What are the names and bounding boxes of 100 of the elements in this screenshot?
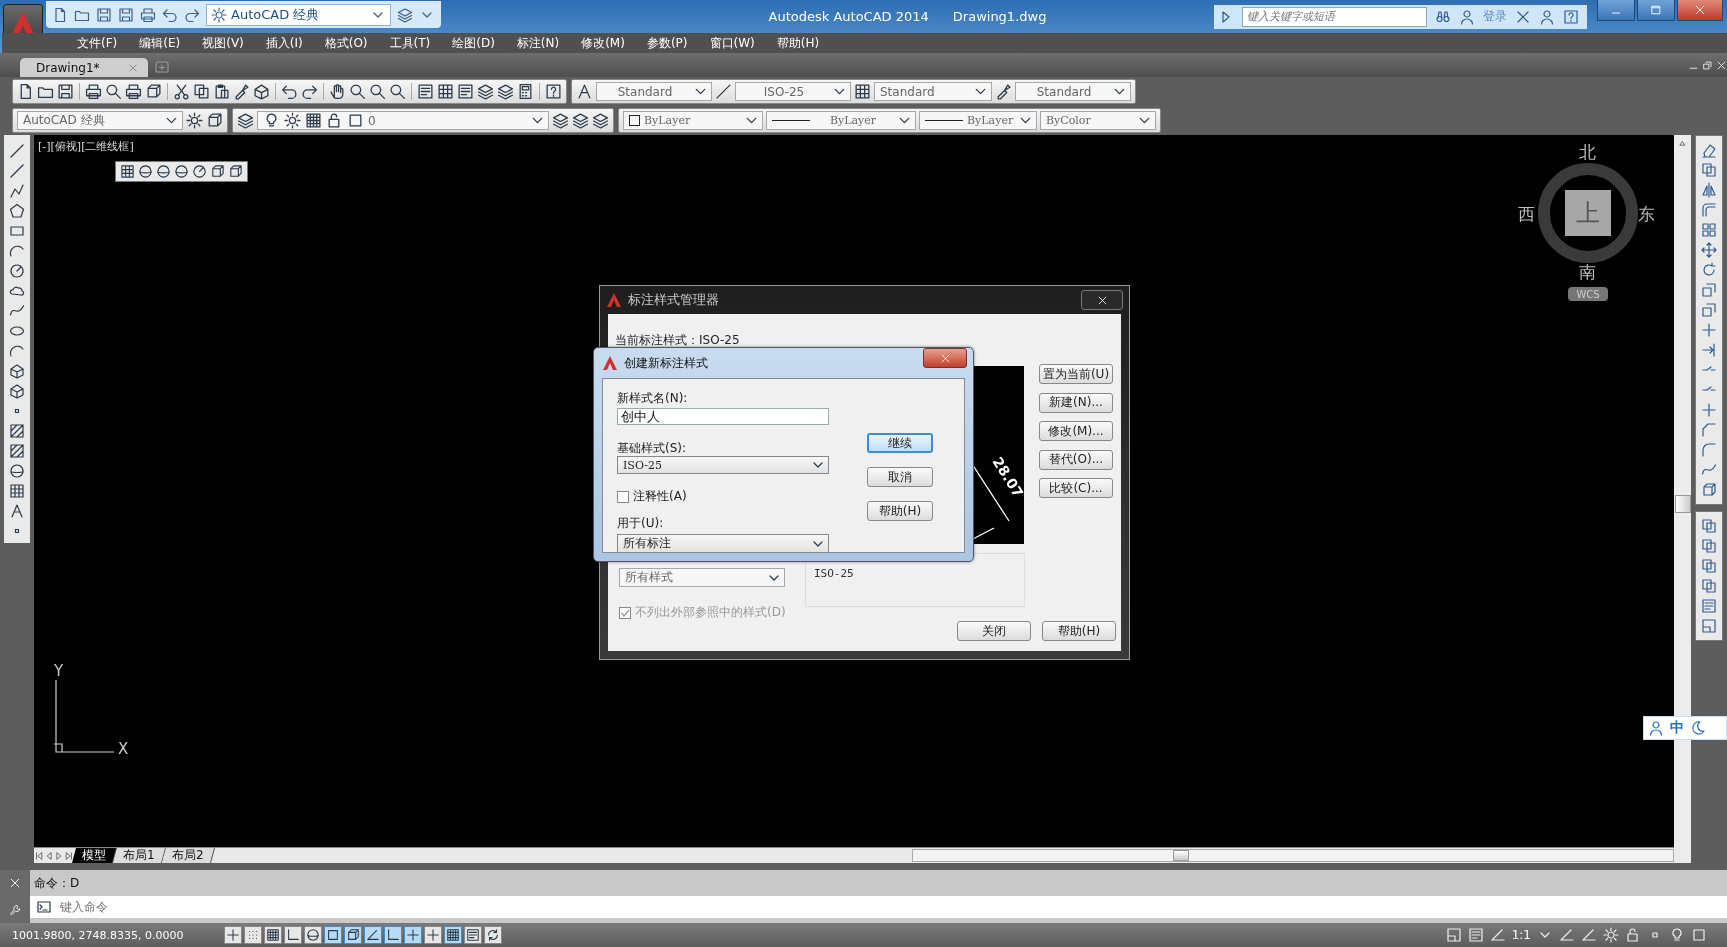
mirror-icon[interactable] (1701, 182, 1717, 198)
scale-icon[interactable] (1701, 282, 1717, 298)
erase-icon[interactable] (1701, 142, 1717, 158)
layers-icon[interactable] (397, 6, 413, 23)
layers-icon[interactable] (552, 112, 569, 129)
angle-icon[interactable] (1489, 927, 1506, 943)
drafting-toggle[interactable] (484, 926, 502, 944)
hatch-icon[interactable] (9, 443, 25, 459)
base-style-dropdown[interactable]: ISO-25 (617, 456, 829, 474)
menu-item[interactable]: 视图(V) (191, 33, 255, 53)
minimize-button[interactable] (1597, 0, 1635, 21)
printer-icon[interactable] (140, 6, 156, 23)
text-icon[interactable] (9, 503, 25, 519)
arc-icon[interactable] (9, 343, 25, 359)
close-icon[interactable] (9, 877, 21, 890)
layer-dropdown[interactable]: 0 (257, 111, 549, 130)
close-icon[interactable] (1096, 294, 1108, 306)
menu-item[interactable]: 窗口(W) (698, 33, 766, 53)
triangle-icon[interactable] (1678, 139, 1687, 148)
drafting-toggle[interactable] (264, 926, 282, 944)
angle-icon[interactable] (1581, 927, 1597, 943)
table-icon[interactable] (9, 483, 25, 499)
spline-icon[interactable] (9, 303, 25, 319)
user-icon[interactable] (1648, 720, 1664, 736)
cube-icon[interactable] (210, 164, 225, 179)
cube-icon[interactable] (1701, 482, 1717, 498)
cut-icon[interactable] (173, 83, 190, 100)
table-style-dropdown[interactable]: Standard (874, 82, 992, 101)
search-field[interactable]: 键入关键字或短语 (1242, 6, 1427, 27)
drafting-toggle[interactable] (344, 926, 362, 944)
text-icon[interactable] (576, 83, 593, 100)
dialog-button[interactable]: 置为当前(U) (1039, 364, 1113, 384)
spline-icon[interactable] (1701, 462, 1717, 478)
square-icon[interactable] (347, 112, 364, 129)
zoom-icon[interactable] (389, 83, 406, 100)
gear-icon[interactable] (186, 112, 203, 129)
dialog-button[interactable]: 替代(O)... (1039, 449, 1113, 470)
help-icon[interactable] (545, 83, 562, 100)
copy-icon[interactable] (193, 83, 210, 100)
list-filter-dropdown[interactable]: 所有样式 (619, 568, 785, 587)
zoom-icon[interactable] (369, 83, 386, 100)
sun-icon[interactable] (284, 112, 301, 129)
prev-icon[interactable] (44, 850, 54, 861)
offset-icon[interactable] (1701, 202, 1717, 218)
layers-icon[interactable] (572, 112, 589, 129)
chamfer-icon[interactable] (1701, 422, 1717, 438)
cube-icon[interactable] (145, 83, 162, 100)
arc-icon[interactable] (9, 243, 25, 259)
close-button[interactable] (923, 348, 967, 368)
close-icon[interactable] (1716, 59, 1727, 71)
document-tab[interactable]: Drawing1* (20, 58, 148, 77)
zoom-icon[interactable] (105, 83, 122, 100)
dialog-button[interactable]: 新建(N)... (1039, 392, 1113, 413)
close-button[interactable] (1677, 0, 1723, 21)
layers-icon[interactable] (237, 112, 254, 129)
scale-icon[interactable] (1701, 302, 1717, 318)
menu-item[interactable]: 文件(F) (66, 33, 129, 53)
horizontal-scrollbar[interactable] (912, 849, 1674, 862)
table-icon[interactable] (437, 83, 454, 100)
save-icon[interactable] (118, 6, 134, 23)
hand-icon[interactable] (329, 83, 346, 100)
undo-icon[interactable] (281, 83, 298, 100)
save-icon[interactable] (96, 6, 112, 23)
block-icon[interactable] (9, 383, 25, 399)
rotate-icon[interactable] (1701, 262, 1717, 278)
layers-icon[interactable] (477, 83, 494, 100)
menu-item[interactable]: 工具(T) (378, 33, 442, 53)
line-icon[interactable] (715, 83, 732, 100)
user-icon[interactable] (1459, 8, 1475, 25)
redo-icon[interactable] (301, 83, 318, 100)
dialog-button[interactable]: 比较(C)... (1039, 478, 1113, 498)
layout-tab[interactable]: 布局1 (113, 848, 166, 863)
cube-icon[interactable] (206, 112, 223, 129)
input-language[interactable]: 中 (1670, 719, 1684, 737)
calc-icon[interactable] (517, 83, 534, 100)
first-icon[interactable] (34, 850, 44, 861)
save-icon[interactable] (57, 83, 74, 100)
user-icon[interactable] (1539, 8, 1555, 25)
binoculars-icon[interactable] (1435, 8, 1451, 25)
printer-icon[interactable] (85, 83, 102, 100)
maximize-icon[interactable] (1650, 4, 1662, 16)
brush-icon[interactable] (995, 83, 1012, 100)
layout-tab[interactable]: 布局2 (161, 848, 215, 863)
drafting-toggle[interactable] (224, 926, 242, 944)
scroll-thumb[interactable] (1674, 494, 1691, 513)
menu-item[interactable]: 格式(O) (313, 33, 379, 53)
fillet-icon[interactable] (1701, 442, 1717, 458)
table-icon[interactable] (120, 164, 135, 179)
printer-icon[interactable] (125, 83, 142, 100)
block-icon[interactable] (9, 363, 25, 379)
help-button[interactable]: 帮助(H) (1042, 621, 1116, 641)
cube-icon[interactable] (228, 164, 243, 179)
drafting-toggle[interactable] (404, 926, 422, 944)
table-icon[interactable] (854, 83, 871, 100)
layers-icon[interactable] (497, 83, 514, 100)
drafting-toggle[interactable] (324, 926, 342, 944)
menu-item[interactable]: 编辑(E) (128, 33, 192, 53)
checkbox[interactable] (617, 490, 629, 503)
menu-item[interactable]: 插入(I) (254, 33, 314, 53)
lineweight-dropdown[interactable]: ByLayer (919, 111, 1037, 130)
